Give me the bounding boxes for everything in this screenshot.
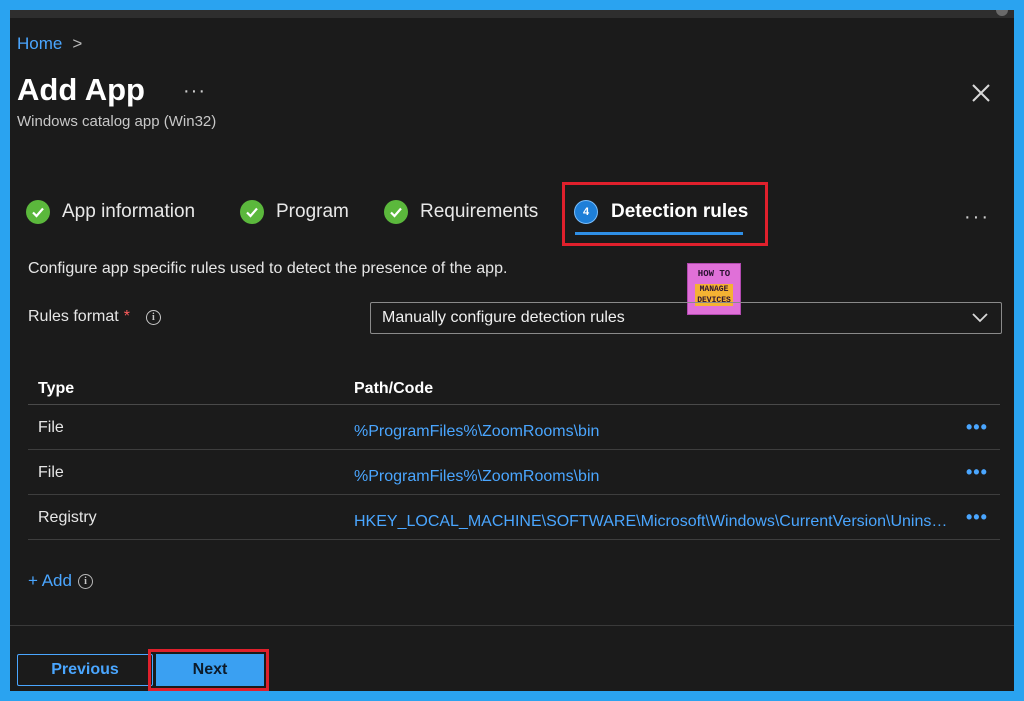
tab-label: App information xyxy=(62,201,196,222)
watermark-line1: HOW TO xyxy=(697,269,731,279)
rules-format-selected: Manually configure detection rules xyxy=(382,309,625,326)
tab-label: Requirements xyxy=(420,201,539,222)
tab-label: Program xyxy=(276,201,349,222)
info-icon[interactable]: i xyxy=(145,309,161,325)
title-more-icon[interactable]: ··· xyxy=(183,80,206,103)
tabs-more-icon[interactable]: ··· xyxy=(964,206,990,229)
footer-divider xyxy=(10,625,1014,626)
detection-rules-table: Type Path/Code File %ProgramFiles%\ZoomR… xyxy=(28,366,1000,540)
table-row[interactable]: Registry HKEY_LOCAL_MACHINE\SOFTWARE\Mic… xyxy=(28,495,1000,540)
check-circle-icon xyxy=(240,200,264,224)
highlight-box-tab xyxy=(562,182,768,246)
table-header: Type Path/Code xyxy=(28,366,1000,405)
column-header-path: Path/Code xyxy=(354,380,434,397)
check-circle-icon xyxy=(384,200,408,224)
chevron-down-icon xyxy=(972,313,988,323)
breadcrumb-separator: > xyxy=(72,34,83,53)
close-icon xyxy=(972,84,990,102)
row-more-icon[interactable]: ••• xyxy=(966,507,988,528)
close-button[interactable] xyxy=(968,80,994,106)
add-rule-label: + Add xyxy=(28,571,72,590)
table-row[interactable]: File %ProgramFiles%\ZoomRooms\bin ••• xyxy=(28,450,1000,495)
breadcrumb-home-link[interactable]: Home xyxy=(17,34,62,54)
top-strip xyxy=(10,10,1014,18)
cell-type: File xyxy=(38,464,64,481)
required-mark: * xyxy=(123,308,130,325)
tab-program[interactable]: Program xyxy=(240,196,349,228)
rules-format-dropdown[interactable]: Manually configure detection rules xyxy=(370,302,1002,334)
table-row[interactable]: File %ProgramFiles%\ZoomRooms\bin ••• xyxy=(28,405,1000,450)
row-more-icon[interactable]: ••• xyxy=(966,462,988,483)
cell-path-link[interactable]: %ProgramFiles%\ZoomRooms\bin xyxy=(354,468,950,486)
previous-button[interactable]: Previous xyxy=(17,654,153,686)
breadcrumb: Home > xyxy=(17,34,82,54)
tab-app-information[interactable]: App information xyxy=(26,196,195,228)
rules-format-text: Rules format xyxy=(28,308,119,325)
cell-type: Registry xyxy=(38,509,97,526)
cell-path-link[interactable]: HKEY_LOCAL_MACHINE\SOFTWARE\Microsoft\Wi… xyxy=(354,513,950,531)
check-circle-icon xyxy=(26,200,50,224)
tab-requirements[interactable]: Requirements xyxy=(384,196,538,228)
section-description: Configure app specific rules used to det… xyxy=(28,260,508,277)
rules-format-label: Rules format * i xyxy=(28,308,161,326)
add-app-panel: Home > Add App ··· Windows catalog app (… xyxy=(10,10,1014,691)
cell-type: File xyxy=(38,419,64,436)
page-title: Add App xyxy=(17,72,145,107)
column-header-type: Type xyxy=(38,380,75,397)
row-more-icon[interactable]: ••• xyxy=(966,417,988,438)
cell-path-link[interactable]: %ProgramFiles%\ZoomRooms\bin xyxy=(354,423,950,441)
page-subtitle: Windows catalog app (Win32) xyxy=(17,113,217,130)
highlight-box-next xyxy=(148,649,269,691)
info-icon[interactable]: i xyxy=(77,573,93,589)
add-rule-link[interactable]: + Add i xyxy=(28,571,93,591)
